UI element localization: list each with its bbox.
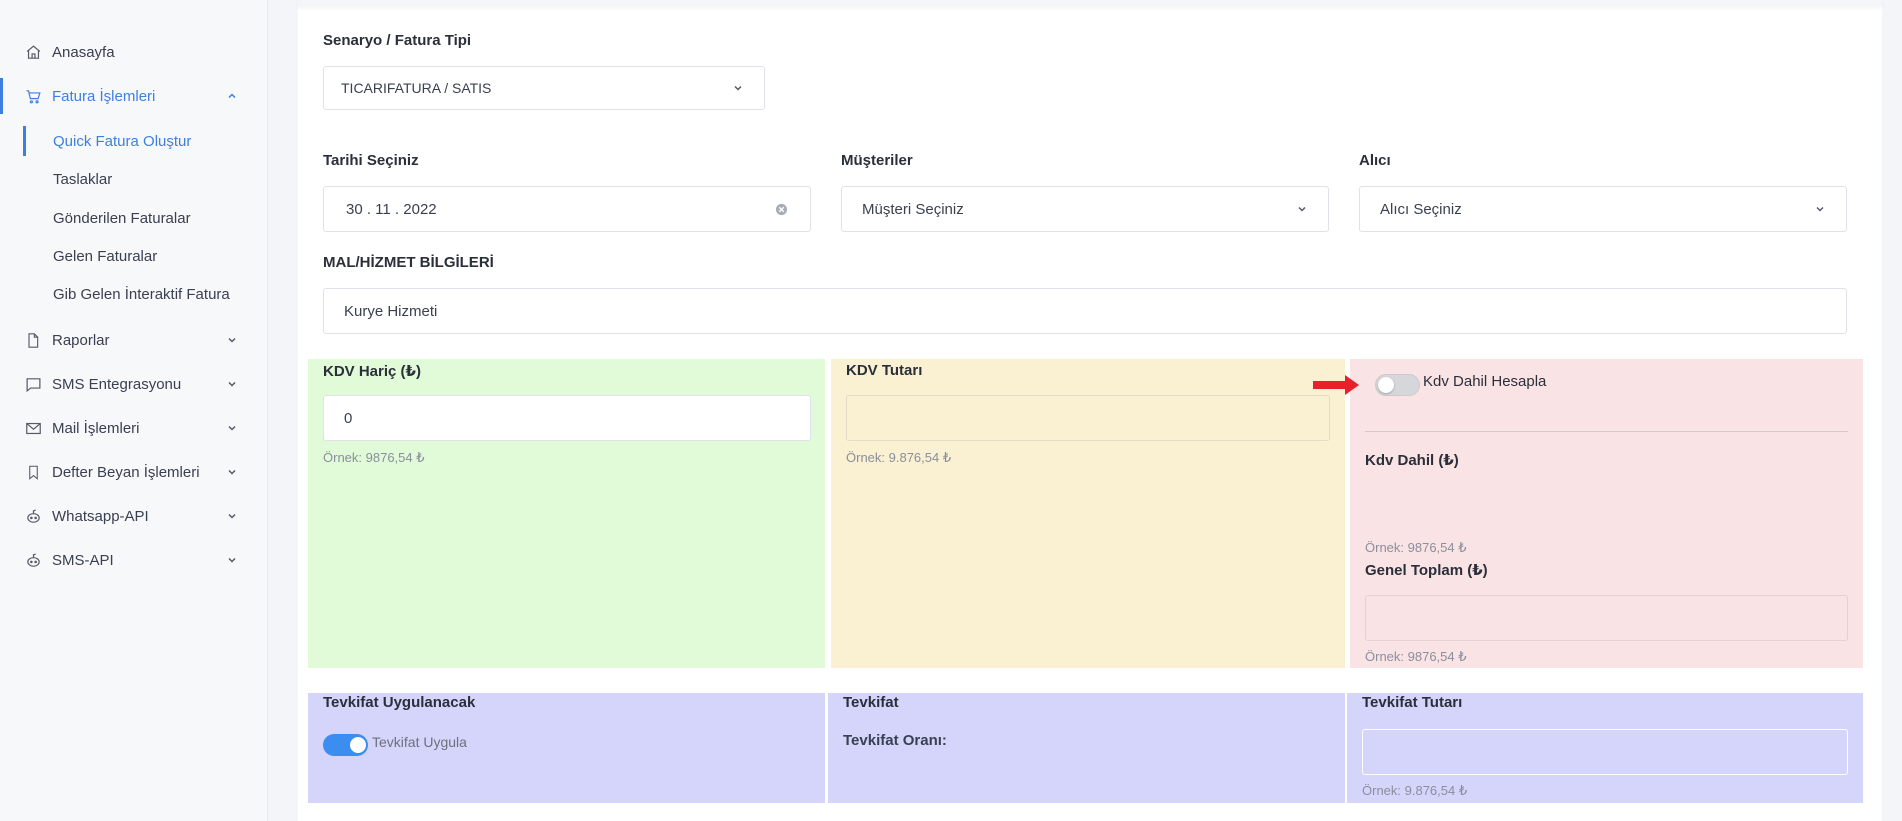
kdv-dahil-toggle[interactable]	[1375, 374, 1420, 396]
kdv-dahil-label: Kdv Dahil (₺)	[1365, 452, 1459, 469]
tevkifat-label: Tevkifat	[843, 694, 899, 711]
sidebar-item-defter-beyan[interactable]: Defter Beyan İşlemleri	[0, 454, 268, 490]
chevron-up-icon	[226, 90, 238, 102]
home-icon	[24, 43, 42, 61]
chevron-down-icon	[1814, 203, 1826, 215]
chevron-down-icon	[226, 510, 238, 522]
kdv-haric-input[interactable]: 0	[323, 395, 811, 441]
kdv-dahil-toggle-label: Kdv Dahil Hesapla	[1423, 373, 1547, 390]
sidebar-item-sms-api[interactable]: SMS-API	[0, 542, 268, 578]
goods-input[interactable]: Kurye Hizmeti	[323, 288, 1847, 334]
kdv-tutari-label: KDV Tutarı	[846, 362, 923, 379]
date-input[interactable]: 30 . 11 . 2022	[323, 186, 811, 232]
header-strip	[298, 0, 1882, 6]
sidebar-item-raporlar[interactable]: Raporlar	[0, 322, 268, 358]
scenario-label: Senaryo / Fatura Tipi	[323, 32, 472, 49]
goods-value: Kurye Hizmeti	[344, 302, 438, 320]
tevkifat-tutari-input[interactable]	[1362, 729, 1848, 775]
bookmark-icon	[24, 463, 42, 481]
sidebar-subitem-label: Gelen Faturalar	[53, 247, 158, 265]
sidebar-subitem-taslaklar[interactable]: Taslaklar	[0, 164, 268, 194]
sidebar: Anasayfa Fatura İşlemleri Quick Fatura O…	[0, 0, 268, 821]
tevkifat-tutari-label: Tevkifat Tutarı	[1362, 694, 1463, 711]
chevron-down-icon	[732, 82, 744, 94]
sidebar-subitem-label: Gib Gelen İnteraktif Fatura	[53, 285, 230, 303]
robot-icon	[24, 551, 42, 569]
chevron-down-icon	[226, 422, 238, 434]
sidebar-item-label: Defter Beyan İşlemleri	[52, 463, 200, 481]
sidebar-subitem-quick-fatura[interactable]: Quick Fatura Oluştur	[0, 126, 268, 156]
chevron-down-icon	[226, 466, 238, 478]
kdv-haric-value: 0	[344, 409, 353, 427]
date-value: 30 . 11 . 2022	[346, 200, 437, 218]
robot-icon	[24, 507, 42, 525]
sidebar-subitem-gelen-faturalar[interactable]: Gelen Faturalar	[0, 241, 268, 271]
tevkifat-tutari-hint: Örnek: 9.876,54 ₺	[1362, 783, 1468, 798]
sidebar-item-label: Mail İşlemleri	[52, 419, 140, 437]
sidebar-item-label: Fatura İşlemleri	[52, 87, 156, 105]
kdv-haric-hint: Örnek: 9876,54 ₺	[323, 450, 425, 465]
sidebar-item-fatura-islemleri[interactable]: Fatura İşlemleri	[0, 78, 268, 114]
tevkifat-uygula-toggle[interactable]	[323, 734, 368, 756]
scenario-value: TICARIFATURA / SATIS	[341, 80, 492, 96]
scenario-select[interactable]: TICARIFATURA / SATIS	[323, 66, 765, 110]
tevkifat-orani-label: Tevkifat Oranı:	[843, 732, 947, 749]
toggle-knob	[1378, 377, 1394, 393]
red-arrow-icon	[1313, 375, 1359, 395]
genel-toplam-input[interactable]	[1365, 595, 1848, 641]
sidebar-subitem-gonderilen-faturalar[interactable]: Gönderilen Faturalar	[0, 203, 268, 233]
genel-toplam-label: Genel Toplam (₺)	[1365, 562, 1488, 579]
clear-icon[interactable]	[775, 203, 788, 216]
file-icon	[24, 331, 42, 349]
kdv-dahil-hint: Örnek: 9876,54 ₺	[1365, 540, 1467, 555]
kdv-tutari-input[interactable]	[846, 395, 1330, 441]
sidebar-item-label: Raporlar	[52, 331, 110, 349]
sidebar-subitem-gib-gelen[interactable]: Gib Gelen İnteraktif Fatura	[0, 279, 268, 309]
sidebar-item-label: Anasayfa	[52, 43, 115, 61]
customers-label: Müşteriler	[841, 152, 913, 169]
cart-icon	[24, 87, 42, 105]
divider	[1365, 431, 1848, 432]
goods-label: MAL/HİZMET BİLGİLERİ	[323, 254, 494, 271]
kdv-tutari-hint: Örnek: 9.876,54 ₺	[846, 450, 952, 465]
receiver-label: Alıcı	[1359, 152, 1391, 169]
sidebar-subitem-label: Taslaklar	[53, 170, 113, 188]
receiver-value: Alıcı Seçiniz	[1380, 200, 1462, 218]
chevron-down-icon	[226, 334, 238, 346]
toggle-knob	[350, 737, 366, 753]
sidebar-item-anasayfa[interactable]: Anasayfa	[0, 34, 268, 70]
date-label: Tarihi Seçiniz	[323, 152, 419, 169]
sidebar-item-label: SMS Entegrasyonu	[52, 375, 182, 393]
chat-icon	[24, 375, 42, 393]
sidebar-item-mail-islemleri[interactable]: Mail İşlemleri	[0, 410, 268, 446]
sidebar-item-label: Whatsapp-API	[52, 507, 149, 525]
tevkifat-uygula-label: Tevkifat Uygula	[372, 734, 467, 750]
kdv-haric-label: KDV Hariç (₺)	[323, 363, 421, 380]
sidebar-subitem-label: Gönderilen Faturalar	[53, 209, 191, 227]
chevron-down-icon	[226, 554, 238, 566]
chevron-down-icon	[1296, 203, 1308, 215]
mail-icon	[24, 419, 42, 437]
genel-toplam-hint: Örnek: 9876,54 ₺	[1365, 649, 1467, 664]
receiver-select[interactable]: Alıcı Seçiniz	[1359, 186, 1847, 232]
customers-select[interactable]: Müşteri Seçiniz	[841, 186, 1329, 232]
customers-value: Müşteri Seçiniz	[862, 200, 964, 218]
sidebar-item-label: SMS-API	[52, 551, 114, 569]
sidebar-item-whatsapp-api[interactable]: Whatsapp-API	[0, 498, 268, 534]
chevron-down-icon	[226, 378, 238, 390]
sidebar-subitem-label: Quick Fatura Oluştur	[53, 132, 192, 150]
tevkifat-uygulanacak-label: Tevkifat Uygulanacak	[323, 694, 476, 711]
sidebar-item-sms-entegrasyonu[interactable]: SMS Entegrasyonu	[0, 366, 268, 402]
